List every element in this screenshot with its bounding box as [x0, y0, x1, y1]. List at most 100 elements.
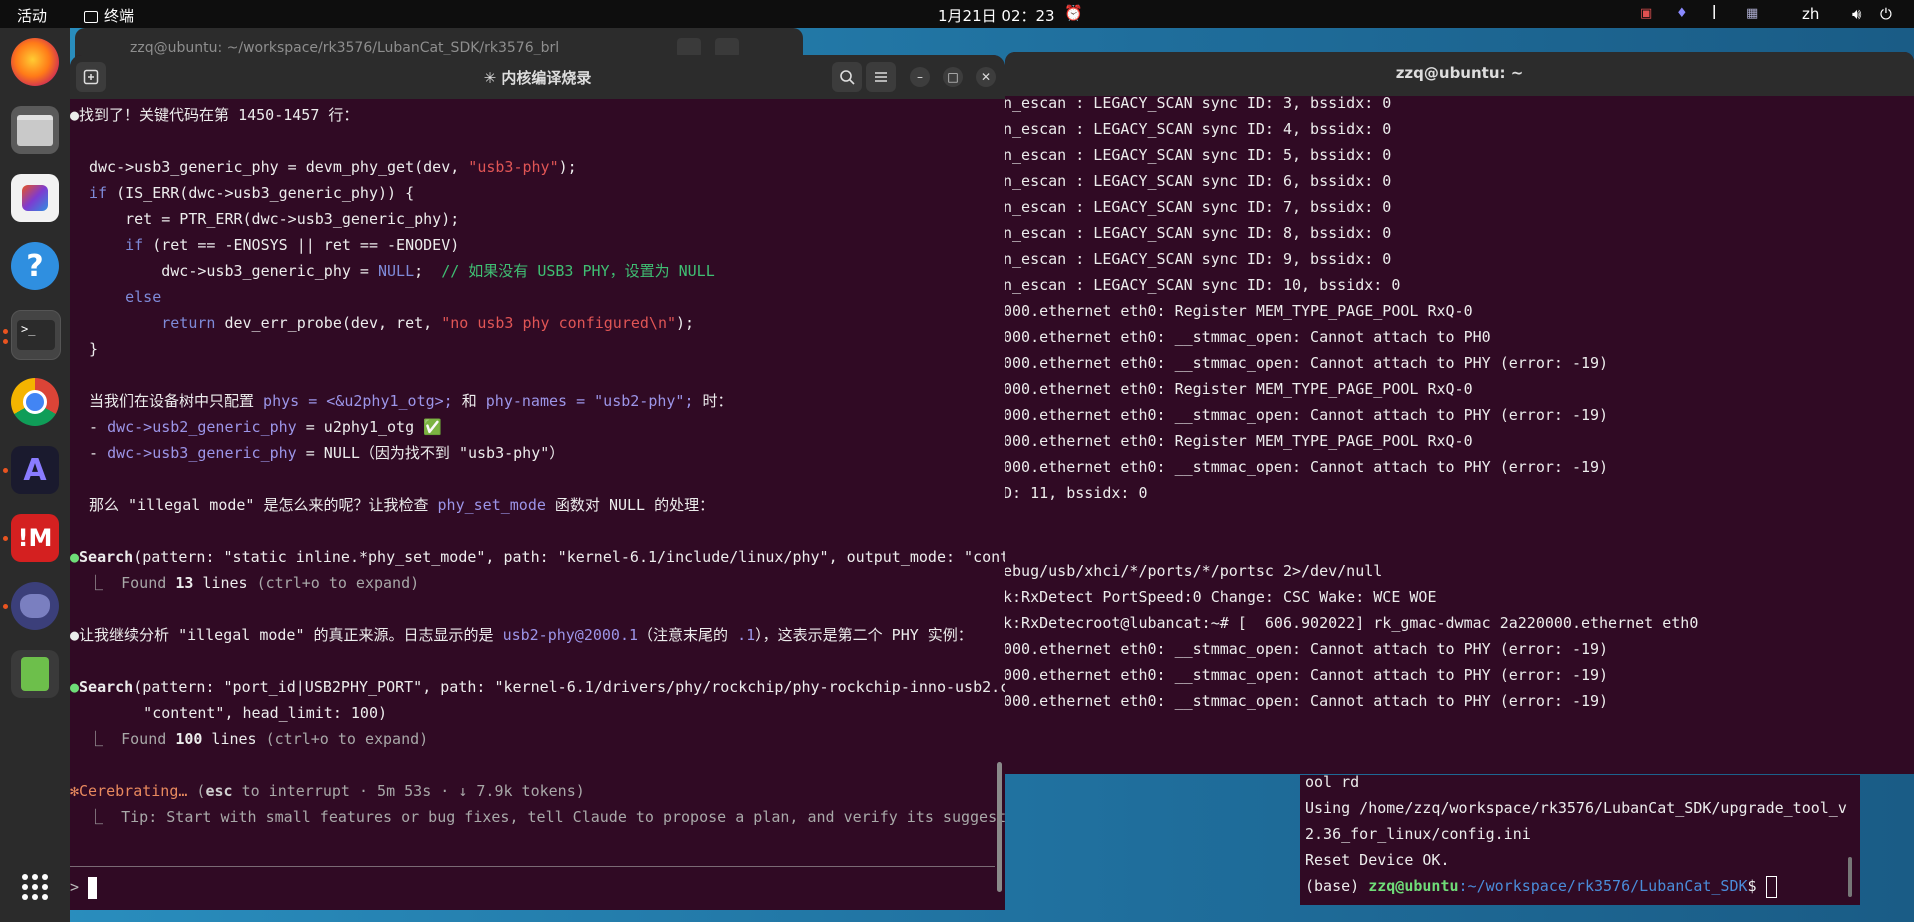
scrollbar[interactable]	[1848, 857, 1852, 897]
code-line: dwc->usb3_generic_phy = devm_phy_get(dev…	[89, 158, 577, 176]
terminal-output-line: 000.ethernet eth0: __stmmac_open: Cannot…	[1005, 458, 1609, 476]
terminal-output-line: n_escan : LEGACY_SCAN sync ID: 8, bssidx…	[1005, 224, 1392, 242]
main-terminal-window[interactable]: ✳ 内核编译烧录 – □ ✕ ●找到了！关键代码在第 1450-1457 行： …	[70, 55, 1005, 910]
help-icon[interactable]: ?	[11, 242, 59, 290]
bullet-icon: ●	[70, 106, 80, 124]
search-button[interactable]	[832, 62, 862, 92]
hamburger-icon	[875, 72, 887, 82]
terminal-output-line: n_escan : LEGACY_SCAN sync ID: 5, bssidx…	[1005, 146, 1392, 164]
small-terminal-window[interactable]: ool rd Using /home/zzq/workspace/rk3576/L…	[1300, 775, 1860, 905]
input-box[interactable]: >	[70, 874, 98, 900]
terminal-output-line: 000.ethernet eth0: Register MEM_TYPE_PAG…	[1005, 432, 1473, 450]
terminal-small-icon	[84, 10, 98, 23]
terminal-icon[interactable]: >_	[11, 310, 61, 360]
tool-call-line: ●Search(pattern: "port_id|USB2PHY_PORT",…	[70, 678, 1005, 696]
terminal-output-line: n_escan : LEGACY_SCAN sync ID: 7, bssidx…	[1005, 198, 1392, 216]
code-line: return dev_err_probe(dev, ret, "no usb3 …	[161, 314, 695, 332]
code-line: }	[89, 340, 99, 358]
software-icon[interactable]	[11, 174, 59, 222]
terminal-output-line: ebug/usb/xhci/*/ports/*/portsc 2>/dev/nu…	[1005, 562, 1383, 580]
running-indicator	[3, 329, 8, 334]
scrollbar[interactable]	[997, 762, 1002, 892]
running-indicator	[3, 604, 8, 609]
small-terminal-prompt[interactable]: (base) zzq@ubuntu:~/workspace/rk3576/Lub…	[1305, 873, 1777, 899]
prompt-symbol: >	[70, 878, 80, 896]
prompt-path: :~/workspace/rk3576/LubanCat_SDK	[1458, 877, 1748, 895]
app-menu[interactable]: 终端	[84, 5, 134, 26]
cursor-icon[interactable]: A	[11, 446, 59, 494]
terminal-output-line: Using /home/zzq/workspace/rk3576/LubanCa…	[1305, 799, 1847, 817]
code-line: ret = PTR_ERR(dwc->usb3_generic_phy);	[89, 210, 460, 228]
vpn-icon[interactable]: ♦	[1676, 6, 1688, 21]
list-item: - dwc->usb3_generic_phy = NULL（因为找不到 "us…	[89, 444, 565, 462]
dock: ? >_ A !M	[0, 28, 70, 922]
terminal-output-line: 000.ethernet eth0: __stmmac_open: Cannot…	[1005, 640, 1609, 658]
files-icon[interactable]	[11, 106, 59, 154]
bullet-icon: ●	[70, 678, 80, 696]
sublime-icon[interactable]: !M	[11, 514, 59, 562]
terminal-output-line: n_escan : LEGACY_SCAN sync ID: 3, bssidx…	[1005, 94, 1392, 112]
status-line: ✻Cerebrating… (esc to interrupt · 5m 53s…	[70, 782, 585, 800]
maximize-button[interactable]: □	[943, 67, 963, 87]
volume-icon[interactable]: 🔊︎	[1852, 5, 1861, 23]
tool-call-line-cont: "content", head_limit: 100)	[89, 704, 388, 722]
input-divider	[70, 866, 995, 867]
terminal-output-line: 000.ethernet eth0: __stmmac_open: Cannot…	[1005, 692, 1609, 710]
prompt-symbol: $	[1747, 877, 1766, 895]
spinner-icon: ✻	[70, 782, 80, 800]
question-line: 那么 "illegal mode" 是怎么来的呢？让我检查 phy_set_mo…	[89, 496, 715, 514]
prompt-env: (base)	[1305, 877, 1369, 895]
list-item: - dwc->usb2_generic_phy = u2phy1_otg ✅	[89, 418, 442, 436]
running-indicator	[3, 536, 8, 541]
power-icon[interactable]: ⏻	[1880, 5, 1892, 23]
terminal-output-line: k:RxDetect PortSpeed:0 Change: CSC Wake:…	[1005, 588, 1437, 606]
terminal-output-line: 000.ethernet eth0: Register MEM_TYPE_PAG…	[1005, 302, 1473, 320]
terminal-output-line: k:RxDetecroot@lubancat:~# [ 606.902022] …	[1005, 614, 1699, 632]
explain-line: 当我们在设备树中只配置 phys = <&u2phy1_otg>; 和 phy-…	[89, 392, 733, 410]
search-icon	[840, 70, 855, 85]
app-name: 终端	[104, 7, 135, 25]
terminal-output-line: 000.ethernet eth0: __stmmac_open: Cannot…	[1005, 354, 1609, 372]
terminal-output-line: 000.ethernet eth0: Register MEM_TYPE_PAG…	[1005, 380, 1473, 398]
tool-result-line[interactable]: ⎿ Found 100 lines (ctrl+o to expand)	[70, 726, 428, 752]
checkmark-icon: ✅	[423, 418, 442, 436]
code-line: else	[125, 288, 162, 306]
menu-button[interactable]	[866, 62, 896, 92]
tip-line: ⎿ Tip: Start with small features or bug …	[70, 808, 1005, 826]
right-window-title: zzq@ubuntu: ~	[1395, 64, 1524, 82]
terminal-output-line: 000.ethernet eth0: __stmmac_open: Cannot…	[1005, 666, 1609, 684]
running-indicator	[3, 339, 8, 344]
ime-indicator[interactable]: zh	[1802, 5, 1819, 23]
alarm-icon: ⏰	[1064, 4, 1083, 22]
top-bar: 活动 终端 1月21日 02：23 ⏰ ▣ ♦ ꟾ ▦ zh 🔊︎ ⏻	[0, 0, 1914, 28]
cursor	[88, 876, 98, 899]
right-terminal-window[interactable]: zzq@ubuntu: ~ n_escan : LEGACY_SCAN sync…	[1005, 52, 1914, 774]
code-line: dwc->usb3_generic_phy = NULL; // 如果没有 US…	[89, 262, 715, 280]
terminal-output-line: n_escan : LEGACY_SCAN sync ID: 6, bssidx…	[1005, 172, 1392, 190]
minimize-button[interactable]: –	[910, 67, 930, 87]
terminal-output-line: 000.ethernet eth0: __stmmac_open: Cannot…	[1005, 406, 1609, 424]
terminal-output-line: 000.ethernet eth0: __stmmac_open: Cannot…	[1005, 328, 1491, 346]
bullet-icon: ●	[70, 626, 80, 644]
tool-result-line[interactable]: ⎿ Found 13 lines (ctrl+o to expand)	[70, 570, 419, 596]
clock[interactable]: 1月21日 02：23	[938, 5, 1055, 26]
cat-icon[interactable]	[11, 582, 59, 630]
main-window-header[interactable]: ✳ 内核编译烧录 – □ ✕	[70, 55, 1005, 99]
input-method-icon[interactable]: ▣	[1640, 6, 1652, 21]
close-button[interactable]: ✕	[976, 67, 996, 87]
found-line: ●找到了！关键代码在第 1450-1457 行：	[70, 106, 359, 124]
firefox-icon[interactable]	[11, 38, 59, 86]
terminal-output-line: 2.36_for_linux/config.ini	[1305, 825, 1531, 843]
bullet-icon: ●	[70, 548, 80, 566]
activities-button[interactable]: 活动	[17, 5, 47, 26]
tray-app-icon[interactable]: ▦	[1746, 6, 1758, 21]
tool-call-line: ●Search(pattern: "static inline.*phy_set…	[70, 548, 1005, 566]
prompt-user: zzq@ubuntu	[1368, 877, 1459, 895]
main-window-title: ✳ 内核编译烧录	[483, 69, 592, 87]
chrome-icon[interactable]	[11, 378, 59, 426]
app-grid-icon[interactable]	[11, 863, 59, 911]
terminal-output-line: n_escan : LEGACY_SCAN sync ID: 10, bssid…	[1005, 276, 1401, 294]
trash-icon[interactable]	[11, 650, 59, 698]
terminal-output-line: n_escan : LEGACY_SCAN sync ID: 9, bssidx…	[1005, 250, 1392, 268]
network-status-icon[interactable]: ꟾ	[1712, 5, 1716, 23]
